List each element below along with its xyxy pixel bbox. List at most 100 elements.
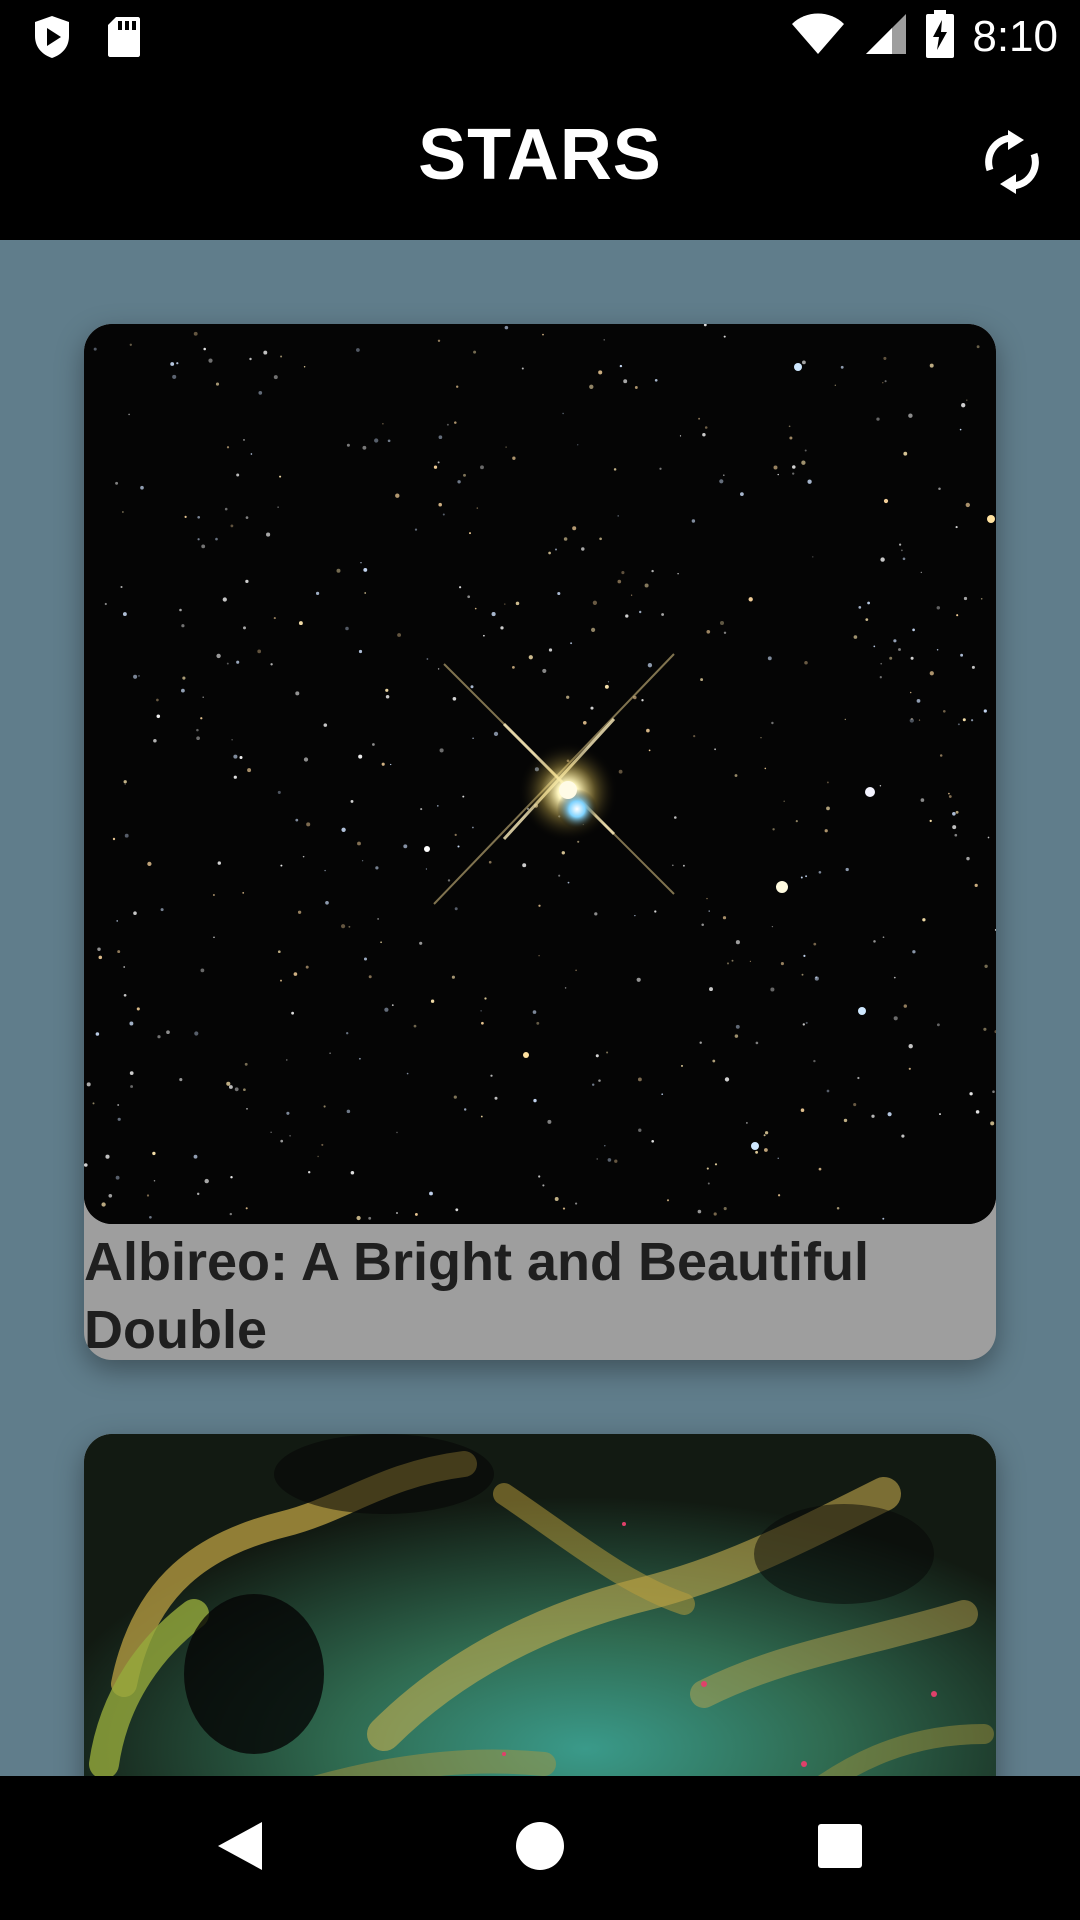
background-star — [777, 1157, 779, 1159]
background-star — [341, 924, 346, 929]
background-star — [893, 976, 896, 979]
background-star — [581, 547, 585, 551]
background-star — [734, 1034, 739, 1038]
background-star — [414, 1212, 418, 1216]
background-star — [666, 1199, 670, 1202]
background-star — [345, 626, 349, 631]
background-star — [960, 653, 964, 657]
background-star — [760, 737, 762, 739]
background-star — [149, 1215, 152, 1219]
background-star — [459, 586, 462, 589]
stars-list[interactable]: Albireo: A Bright and Beautiful Double — [0, 240, 1080, 1776]
background-star — [472, 737, 474, 739]
background-star — [204, 1178, 209, 1184]
background-star — [679, 435, 682, 437]
background-star — [213, 936, 215, 939]
background-star — [244, 1062, 248, 1066]
background-star — [636, 977, 641, 982]
background-star — [536, 1021, 540, 1025]
background-star — [554, 548, 558, 551]
background-star — [800, 1108, 805, 1112]
background-star — [179, 608, 182, 612]
background-star — [293, 972, 298, 976]
background-star — [962, 718, 966, 722]
background-star — [630, 594, 633, 596]
background-star — [395, 1211, 399, 1215]
background-star — [589, 384, 594, 389]
background-star — [575, 1202, 578, 1205]
background-star — [358, 754, 363, 759]
background-star — [346, 1032, 349, 1035]
background-star — [302, 855, 305, 858]
background-star — [236, 473, 240, 477]
background-star — [936, 1023, 940, 1027]
background-star — [147, 861, 152, 867]
background-star — [538, 1175, 541, 1178]
refresh-button[interactable] — [964, 116, 1060, 212]
background-star — [920, 571, 922, 574]
background-star — [249, 357, 252, 361]
background-star — [323, 1105, 326, 1108]
background-star — [880, 662, 883, 665]
recents-button[interactable] — [790, 1798, 890, 1898]
background-star — [470, 685, 474, 689]
background-star — [212, 893, 215, 897]
background-star — [804, 449, 807, 452]
background-star — [493, 731, 499, 737]
background-star — [95, 1032, 100, 1036]
background-star — [661, 613, 665, 616]
back-button[interactable] — [190, 1798, 290, 1898]
background-star — [129, 1071, 134, 1075]
background-star — [364, 592, 367, 594]
background-star — [646, 728, 650, 733]
background-star — [305, 965, 309, 969]
card-image — [84, 1434, 996, 1776]
background-star — [699, 1041, 702, 1044]
background-star — [368, 975, 372, 979]
background-star — [883, 498, 889, 504]
background-star — [720, 621, 724, 625]
background-star — [245, 579, 249, 584]
background-star — [533, 1098, 537, 1103]
home-button[interactable] — [490, 1798, 590, 1898]
background-star — [813, 1059, 816, 1063]
background-star — [84, 1163, 88, 1167]
background-star — [166, 1030, 170, 1035]
background-star — [273, 375, 278, 380]
background-star — [323, 723, 328, 727]
background-star — [181, 624, 185, 628]
background-star — [767, 656, 772, 661]
background-star — [381, 762, 385, 766]
system-nav-bar — [0, 1776, 1080, 1920]
background-star — [455, 1208, 459, 1212]
background-star — [350, 1170, 355, 1175]
star-card[interactable]: Albireo: A Bright and Beautiful Double — [84, 324, 996, 1360]
background-star — [202, 696, 204, 699]
background-star — [709, 987, 713, 992]
background-star — [246, 1108, 248, 1110]
background-star — [436, 805, 439, 807]
background-star — [257, 649, 262, 654]
background-star — [197, 515, 201, 519]
star-card[interactable] — [84, 1434, 996, 1776]
background-star — [952, 811, 956, 816]
background-star — [561, 851, 565, 855]
background-star — [764, 1131, 769, 1135]
background-star — [607, 1158, 612, 1162]
background-star — [124, 783, 126, 785]
background-star — [954, 833, 958, 837]
background-star — [226, 446, 230, 449]
background-star — [963, 596, 968, 601]
background-star — [406, 1072, 409, 1075]
background-star — [598, 1079, 601, 1082]
background-star — [845, 867, 849, 872]
background-star — [901, 549, 903, 552]
background-star — [659, 467, 662, 470]
background-star — [303, 757, 309, 762]
background-star — [795, 820, 798, 823]
background-star — [723, 335, 726, 338]
background-star — [567, 881, 570, 884]
background-star — [755, 1150, 759, 1154]
background-star — [356, 1215, 361, 1221]
background-star — [130, 1085, 134, 1088]
